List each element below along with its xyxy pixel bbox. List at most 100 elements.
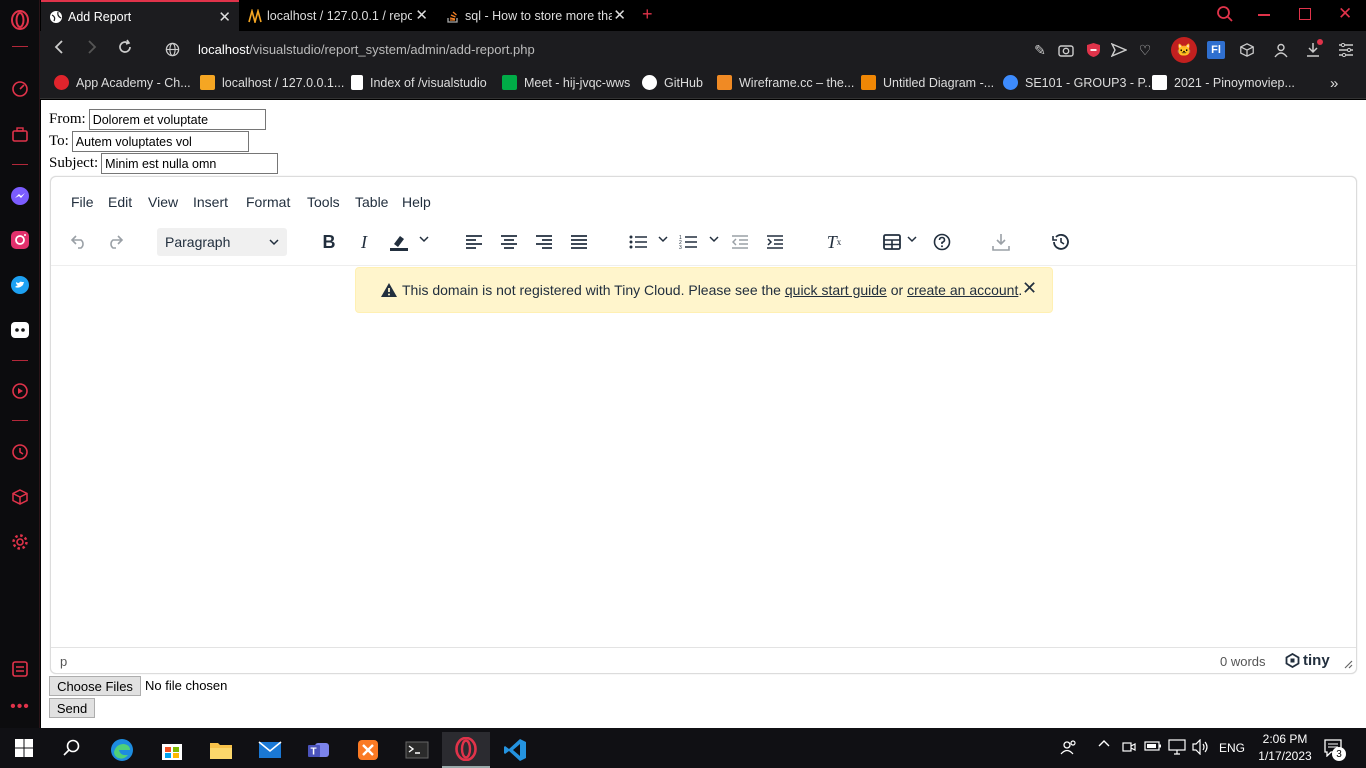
history-icon[interactable] — [9, 441, 31, 463]
resize-handle-icon[interactable] — [1344, 660, 1353, 669]
bold-icon[interactable]: B — [316, 230, 342, 254]
menu-help[interactable]: Help — [402, 194, 431, 210]
help-icon[interactable] — [929, 230, 955, 254]
volume-icon[interactable] — [1192, 738, 1210, 758]
forward-icon[interactable] — [85, 39, 99, 60]
more-bookmarks-chevron-icon[interactable]: » — [1330, 75, 1338, 92]
people-icon[interactable] — [1060, 739, 1078, 758]
instagram-icon[interactable] — [9, 229, 31, 251]
bookmark-phpmyadmin[interactable]: localhost / 127.0.0.1... — [200, 75, 344, 90]
adblocker-shield-icon[interactable] — [1084, 41, 1102, 59]
tab-phpmyadmin[interactable]: localhost / 127.0.0.1 / report ✕ — [240, 0, 436, 31]
easy-setup-menu-icon[interactable] — [1337, 41, 1355, 59]
send-arrow-icon[interactable] — [1110, 41, 1128, 59]
site-info-globe-icon[interactable] — [165, 41, 180, 62]
menu-format[interactable]: Format — [246, 194, 290, 210]
align-center-icon[interactable] — [496, 230, 522, 254]
avatar-extension-icon[interactable]: 🐱 — [1171, 37, 1197, 63]
restore-icon[interactable] — [1299, 8, 1311, 20]
bullet-list-icon[interactable] — [625, 230, 651, 254]
action-center-icon[interactable]: 3 — [1324, 739, 1346, 761]
undo-icon[interactable] — [66, 230, 92, 254]
search-tabs-icon[interactable] — [1216, 5, 1234, 28]
chevron-down-icon[interactable] — [907, 234, 917, 244]
downloads-icon[interactable] — [1304, 39, 1323, 59]
editor-content-area[interactable] — [51, 267, 1356, 647]
close-tab-icon[interactable]: ✕ — [218, 8, 231, 26]
clear-formatting-icon[interactable]: Tx — [821, 230, 847, 254]
start-windows-icon[interactable] — [0, 728, 48, 768]
sidebar-setup-icon[interactable] — [9, 658, 31, 680]
flutter-extension-icon[interactable]: Fl — [1207, 41, 1225, 59]
opera-taskbar-icon[interactable] — [442, 732, 490, 768]
highlight-color-icon[interactable] — [386, 230, 412, 254]
export-download-icon[interactable] — [988, 230, 1014, 254]
to-field[interactable] — [71, 131, 249, 152]
twitter-icon[interactable] — [9, 274, 31, 296]
snapshot-camera-icon[interactable] — [1057, 41, 1075, 59]
from-field[interactable] — [88, 109, 266, 130]
outdent-icon[interactable] — [727, 230, 753, 254]
word-count[interactable]: 0 words — [1220, 654, 1266, 669]
new-tab-plus-icon[interactable]: + — [642, 4, 653, 25]
speed-dial-icon[interactable] — [9, 78, 31, 100]
bookmark-drawio[interactable]: Untitled Diagram -... — [861, 75, 994, 90]
back-icon[interactable] — [52, 39, 66, 60]
language-indicator[interactable]: ENG — [1219, 741, 1245, 755]
mail-icon[interactable] — [246, 732, 294, 768]
reload-icon[interactable] — [117, 39, 133, 60]
terminal-icon[interactable] — [393, 732, 441, 768]
table-icon[interactable] — [879, 230, 905, 254]
choose-files-button[interactable]: Choose Files — [49, 676, 141, 696]
revision-history-icon[interactable] — [1047, 230, 1073, 254]
minimize-icon[interactable] — [1258, 14, 1270, 16]
bookmark-meet[interactable]: Meet - hij-jvqc-wws — [502, 75, 630, 90]
send-button[interactable]: Send — [49, 698, 95, 718]
italic-icon[interactable]: I — [351, 230, 377, 254]
url-field[interactable]: localhost/visualstudio/report_system/adm… — [198, 42, 535, 57]
extensions-cube-icon[interactable] — [1238, 41, 1256, 59]
align-justify-icon[interactable] — [566, 230, 592, 254]
chevron-down-icon[interactable] — [658, 234, 668, 244]
chevron-down-icon[interactable] — [419, 234, 429, 244]
messenger-icon[interactable] — [9, 185, 31, 207]
show-hidden-icons-chevron-icon[interactable] — [1098, 738, 1110, 753]
xampp-icon[interactable] — [344, 732, 392, 768]
numbered-list-icon[interactable]: 123 — [675, 230, 701, 254]
menu-table[interactable]: Table — [355, 194, 388, 210]
settings-gear-icon[interactable] — [9, 531, 31, 553]
clock[interactable]: 2:06 PM 1/17/2023 — [1255, 732, 1315, 763]
microsoft-store-icon[interactable] — [148, 732, 196, 768]
indent-icon[interactable] — [762, 230, 788, 254]
network-icon[interactable] — [1168, 739, 1186, 758]
element-path[interactable]: p — [60, 654, 67, 669]
tab-stackoverflow[interactable]: sql - How to store more than ✕ — [438, 0, 634, 31]
player-icon[interactable] — [9, 380, 31, 402]
subject-field[interactable] — [101, 153, 279, 174]
discord-icon[interactable] — [9, 319, 31, 341]
bookmark-canva[interactable]: SE101 - GROUP3 - P... — [1003, 75, 1155, 90]
workspaces-icon[interactable] — [9, 124, 31, 146]
battery-icon[interactable] — [1144, 740, 1162, 755]
teams-icon[interactable]: T — [295, 732, 343, 768]
align-left-icon[interactable] — [461, 230, 487, 254]
easy-setup-icon[interactable]: ✎ — [1031, 41, 1049, 59]
align-right-icon[interactable] — [531, 230, 557, 254]
extensions-icon[interactable] — [9, 486, 31, 508]
bookmark-github[interactable]: GitHub — [642, 75, 703, 90]
bookmark-app-academy[interactable]: App Academy - Ch... — [54, 75, 191, 90]
redo-icon[interactable] — [102, 230, 128, 254]
bookmark-pinoymovie[interactable]: 2021 - Pinoymoviep... — [1152, 75, 1295, 90]
heart-icon[interactable]: ♡ — [1136, 41, 1154, 59]
bookmark-index-visualstudio[interactable]: Index of /visualstudio — [351, 75, 487, 90]
close-tab-icon[interactable]: ✕ — [613, 6, 626, 24]
menu-edit[interactable]: Edit — [108, 194, 132, 210]
menu-insert[interactable]: Insert — [193, 194, 228, 210]
camera-tray-icon[interactable] — [1122, 740, 1136, 757]
file-explorer-icon[interactable] — [197, 732, 245, 768]
more-options-icon[interactable]: ••• — [9, 696, 31, 718]
menu-tools[interactable]: Tools — [307, 194, 340, 210]
opera-logo-icon[interactable] — [9, 9, 31, 31]
close-window-icon[interactable]: ✕ — [1338, 4, 1352, 24]
tab-add-report[interactable]: Add Report ✕ — [41, 0, 239, 31]
